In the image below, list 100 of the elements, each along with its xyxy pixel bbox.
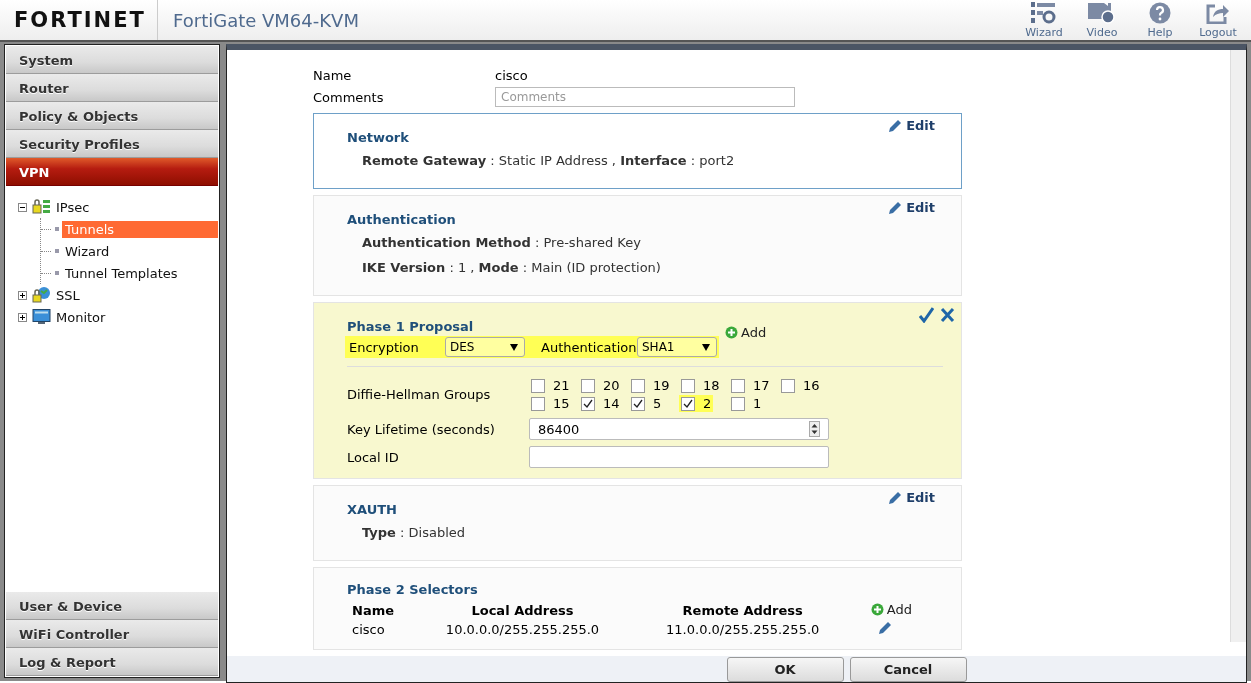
pencil-icon (888, 118, 903, 133)
monitor-icon (32, 309, 51, 325)
tree-item[interactable]: Wizard (62, 242, 113, 260)
section-title: Phase 1 Proposal (347, 319, 475, 334)
menu-item[interactable]: WiFi Controller (6, 620, 218, 648)
checkbox[interactable] (581, 396, 595, 411)
tree-item[interactable]: Monitor (53, 308, 109, 326)
dropdown[interactable]: SHA1 (637, 337, 717, 357)
column-header: Name (352, 602, 395, 620)
dh-group-checkbox[interactable]: 20 (579, 377, 622, 394)
checkbox[interactable] (781, 378, 795, 393)
plus-icon (870, 603, 884, 616)
checkbox[interactable] (681, 396, 695, 411)
tree-item[interactable]: IPsec (53, 198, 93, 216)
bullet-icon (55, 227, 59, 231)
summary-text: Type : Disabled (361, 525, 467, 540)
bullet-icon (55, 271, 59, 275)
column-header: Remote Address (681, 602, 804, 620)
comments-field[interactable]: Comments (495, 87, 795, 107)
plus-icon (725, 326, 738, 339)
dh-group-checkbox[interactable]: 5 (629, 395, 664, 412)
checkbox[interactable] (531, 378, 545, 393)
expand-icon[interactable] (18, 290, 27, 300)
help-icon (1149, 2, 1171, 24)
checkbox[interactable] (681, 378, 695, 393)
checkbox[interactable] (631, 396, 645, 411)
table-cell-text: 10.0.0.0/255.255.255.0 (444, 621, 601, 639)
checkbox[interactable] (581, 378, 595, 393)
checkbox[interactable] (631, 378, 645, 393)
menu-item[interactable]: User & Device (6, 592, 218, 620)
dh-group-checkbox[interactable]: 2 (679, 395, 714, 412)
dh-group-checkbox[interactable]: 18 (679, 377, 722, 394)
menu-item[interactable]: Log & Report (6, 648, 218, 676)
field-label: Encryption (348, 339, 420, 355)
device-title: FortiGate VM64-KVM (172, 9, 360, 31)
checkbox[interactable] (531, 396, 545, 411)
dh-group-checkbox[interactable]: 16 (779, 377, 822, 394)
menu-item[interactable]: Policy & Objects (6, 102, 218, 130)
logout-button[interactable]: Logout (1189, 1, 1247, 39)
scrollbar[interactable] (1230, 50, 1246, 642)
table-cell-text: 11.0.0.0/255.255.255.0 (665, 621, 821, 639)
summary-text: IKE Version : 1 , Mode : Main (ID protection) (361, 260, 662, 275)
lock-network-icon (32, 199, 51, 215)
dh-group-checkbox[interactable]: 15 (529, 395, 572, 412)
dh-group-checkbox[interactable]: 17 (729, 377, 772, 394)
checkbox[interactable] (731, 396, 745, 411)
pencil-icon (888, 200, 903, 215)
add-button[interactable]: Add (725, 325, 767, 340)
add-button[interactable]: Add (870, 602, 912, 617)
lock-globe-icon (32, 287, 51, 303)
edit-button[interactable]: Edit (888, 118, 935, 133)
section-title: Authentication (347, 212, 457, 227)
column-header: Local Address (470, 602, 575, 620)
pencil-icon (888, 490, 903, 505)
field-label: Name (313, 68, 353, 83)
menu-item[interactable]: Router (6, 74, 218, 102)
spinner-icon[interactable] (809, 421, 820, 437)
tree-item[interactable]: SSL (53, 286, 83, 304)
field-label: Comments (313, 89, 385, 105)
pencil-icon[interactable] (878, 621, 892, 635)
table-cell-text: cisco (352, 621, 386, 639)
expand-icon[interactable] (18, 312, 27, 322)
dh-group-checkbox[interactable]: 14 (579, 395, 622, 412)
help-button[interactable]: Help (1131, 1, 1189, 39)
dh-group-checkbox[interactable]: 1 (729, 395, 764, 412)
list-gear-icon (1031, 2, 1057, 24)
close-icon[interactable] (940, 307, 955, 323)
bullet-icon (55, 249, 59, 253)
menu-item[interactable]: VPN (6, 158, 218, 186)
edit-button[interactable]: Edit (888, 200, 935, 215)
dialog-button[interactable]: Cancel (849, 656, 967, 682)
dh-group-checkbox[interactable]: 21 (529, 377, 572, 394)
field-label: Diffie-Hellman Groups (347, 387, 492, 402)
collapse-icon[interactable] (18, 202, 27, 212)
menu-item[interactable]: Security Profiles (6, 130, 218, 158)
field-label: Authentication (540, 339, 637, 355)
summary-text: Remote Gateway : Static IP Address , Interface : port2 (361, 153, 736, 168)
section-title: Phase 2 Selectors (347, 582, 479, 597)
checkmark-icon[interactable] (919, 307, 934, 323)
section-title: Network (347, 130, 410, 145)
edit-button[interactable]: Edit (888, 490, 935, 505)
dialog-button[interactable]: OK (726, 656, 844, 682)
section-title: XAUTH (347, 502, 398, 517)
export-arrow-icon (1206, 2, 1230, 24)
video-button[interactable]: Video (1073, 1, 1131, 39)
name-value: cisco (495, 68, 529, 83)
video-camera-icon (1088, 2, 1116, 24)
tree-item[interactable]: Tunnel Templates (62, 264, 181, 282)
wizard-button[interactable]: Wizard (1015, 1, 1073, 39)
dropdown-arrow-icon (702, 343, 710, 351)
summary-text: Authentication Method : Pre-shared Key (361, 235, 642, 250)
local-id-field[interactable] (529, 446, 829, 468)
dh-group-checkbox[interactable]: 19 (629, 377, 672, 394)
field-label: Key Lifetime (seconds) (347, 421, 496, 437)
number-field[interactable]: 86400 (529, 418, 829, 440)
field-label: Local ID (347, 449, 400, 465)
checkbox[interactable] (731, 378, 745, 393)
dropdown[interactable]: DES (445, 337, 525, 357)
dropdown-arrow-icon (510, 343, 518, 351)
menu-item[interactable]: System (6, 46, 218, 74)
